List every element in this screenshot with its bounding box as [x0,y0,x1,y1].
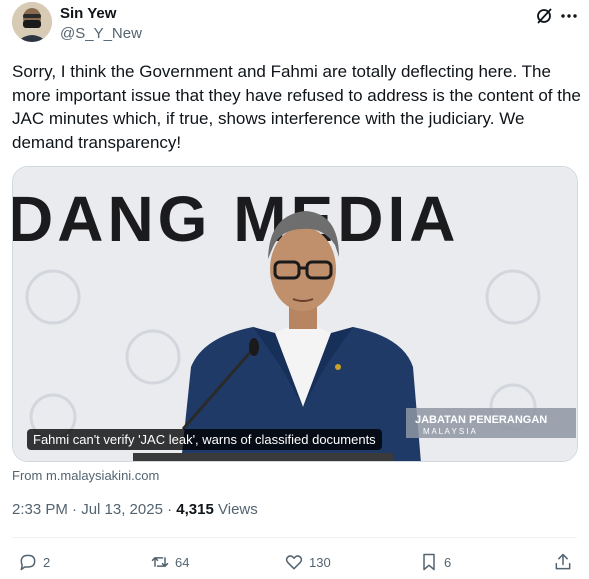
bookmark-button[interactable]: 6 [419,550,451,574]
like-count: 130 [309,554,331,570]
share-icon [555,553,571,570]
repost-button[interactable]: 64 [150,550,189,574]
reply-count: 2 [43,554,51,570]
more-button[interactable] [558,5,580,27]
author-name[interactable]: Sin Yew [60,5,116,22]
like-button[interactable]: 130 [284,550,331,574]
tweet-text: Sorry, I think the Government and Fahmi … [12,62,581,152]
backdrop-text: DANG MEDIA [13,183,459,255]
reply-icon [20,554,36,571]
bookmark-count: 6 [444,554,452,570]
link-source[interactable]: From m.malaysiakini.com [12,468,159,483]
timestamp[interactable]: 2:33 PM · Jul 13, 2025 [12,501,163,518]
like-icon [285,555,303,570]
bookmark-icon [423,553,435,571]
divider [12,537,577,538]
link-card-caption[interactable]: Fahmi can't verify 'JAC leak', warns of … [27,429,382,450]
repost-icon [151,557,169,567]
action-bar: 2 64 130 6 [0,550,589,574]
views-count: 4,315 [176,501,214,518]
watermark-subtitle: M A L A Y S I A [423,427,476,436]
tweet-card: Sin Yew @S_Y_New Sorry, I think the Gove… [0,0,589,579]
more-icon [561,14,577,18]
grok-icon [537,8,552,24]
reply-button[interactable]: 2 [18,550,50,574]
avatar-image [12,2,52,42]
tweet-meta: 2:33 PM · Jul 13, 2025 · 4,315 Views [12,501,258,518]
views-label: Views [218,501,258,518]
link-card-media[interactable]: DANG MEDIA JABATAN PENERANGAN M A L A Y … [12,166,578,462]
share-button[interactable] [553,550,573,574]
repost-count: 64 [175,554,190,570]
watermark-title: JABATAN PENERANGAN [415,414,547,426]
press-conference-photo: DANG MEDIA JABATAN PENERANGAN M A L A Y … [13,167,577,461]
avatar[interactable] [12,2,52,42]
meta-separator: · [162,501,177,518]
author-handle[interactable]: @S_Y_New [60,25,142,42]
grok-button[interactable] [533,5,555,27]
